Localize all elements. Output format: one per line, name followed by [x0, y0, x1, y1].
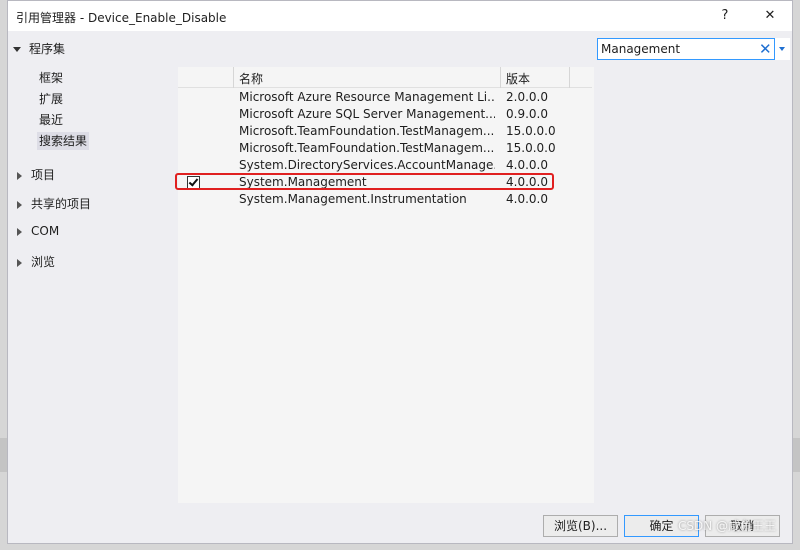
table-row[interactable]: Microsoft Azure Resource Management Li..… [178, 89, 592, 106]
browse-button[interactable]: 浏览(B)... [543, 515, 618, 537]
assembly-name: System.DirectoryServices.AccountManage..… [239, 158, 495, 172]
expand-right-icon [17, 171, 22, 180]
assembly-name: System.Management.Instrumentation [239, 192, 467, 206]
assembly-name: Microsoft Azure SQL Server Management... [239, 107, 495, 121]
assembly-list[interactable]: 名称 版本 Microsoft Azure Resource Managemen… [178, 67, 594, 503]
list-header: 名称 版本 [178, 67, 592, 88]
nav-group-label: 浏览 [31, 255, 56, 269]
backdrop-stripe-left [0, 438, 7, 472]
assembly-version: 0.9.0.0 [506, 107, 548, 121]
nav-group-com[interactable]: COM [17, 224, 59, 238]
nav-group-shared-projects[interactable]: 共享的项目 [17, 195, 91, 212]
table-row[interactable]: System.Management.Instrumentation 4.0.0.… [178, 191, 592, 208]
assembly-version: 2.0.0.0 [506, 90, 548, 104]
column-separator[interactable] [233, 67, 234, 88]
assembly-version: 15.0.0.0 [506, 141, 556, 155]
dropdown-arrow-icon [779, 47, 785, 51]
nav-group-label: 项目 [31, 168, 56, 182]
watermark: CSDN @咸鱼王王 [677, 519, 776, 533]
table-row[interactable]: System.DirectoryServices.AccountManage..… [178, 157, 592, 174]
search-box[interactable]: ✕ [597, 38, 790, 60]
column-separator[interactable] [569, 67, 570, 88]
assembly-version: 4.0.0.0 [506, 158, 548, 172]
assembly-name: Microsoft.TeamFoundation.TestManagem... [239, 124, 495, 138]
search-input[interactable] [601, 42, 751, 56]
column-header-name[interactable]: 名称 [239, 70, 263, 87]
assembly-name: Microsoft Azure Resource Management Li..… [239, 90, 495, 104]
nav-group-label: COM [31, 224, 60, 238]
nav-item-framework[interactable]: 框架 [39, 69, 63, 87]
table-row[interactable]: Microsoft.TeamFoundation.TestManagem... … [178, 140, 592, 157]
annotation-highlight-box [175, 173, 554, 190]
window-title: 引用管理器 - Device_Enable_Disable [16, 11, 227, 25]
nav-item-extensions[interactable]: 扩展 [39, 90, 63, 108]
close-button[interactable]: ✕ [759, 6, 781, 26]
nav-group-projects[interactable]: 项目 [17, 166, 55, 183]
expand-down-icon [13, 47, 21, 52]
expand-right-icon [17, 227, 22, 236]
expand-right-icon [17, 258, 22, 267]
nav-header-label: 程序集 [29, 42, 66, 56]
column-separator[interactable] [500, 67, 501, 88]
help-button[interactable]: ? [714, 6, 736, 26]
nav-group-label: 共享的项目 [31, 197, 92, 211]
clear-search-icon[interactable]: ✕ [759, 40, 772, 58]
search-dropdown-button[interactable] [774, 38, 790, 60]
assembly-version: 15.0.0.0 [506, 124, 556, 138]
reference-manager-dialog: 引用管理器 - Device_Enable_Disable ? ✕ 程序集 框架… [7, 0, 793, 544]
backdrop-stripe-right [793, 438, 800, 472]
table-row[interactable]: Microsoft.TeamFoundation.TestManagem... … [178, 123, 592, 140]
nav-item-search-results[interactable]: 搜索结果 [37, 132, 90, 150]
title-bar[interactable]: 引用管理器 - Device_Enable_Disable ? ✕ [8, 1, 792, 31]
column-header-version[interactable]: 版本 [506, 70, 530, 87]
expand-right-icon [17, 200, 22, 209]
nav-item-recent[interactable]: 最近 [39, 111, 63, 129]
nav-header-assemblies[interactable]: 程序集 [13, 40, 65, 57]
table-row[interactable]: Microsoft Azure SQL Server Management...… [178, 106, 592, 123]
assembly-version: 4.0.0.0 [506, 192, 548, 206]
nav-panel: 程序集 框架 扩展 最近 搜索结果 项目 共享的项目 COM 浏览 [8, 31, 178, 511]
nav-group-browse[interactable]: 浏览 [17, 253, 55, 270]
assembly-name: Microsoft.TeamFoundation.TestManagem... [239, 141, 495, 155]
